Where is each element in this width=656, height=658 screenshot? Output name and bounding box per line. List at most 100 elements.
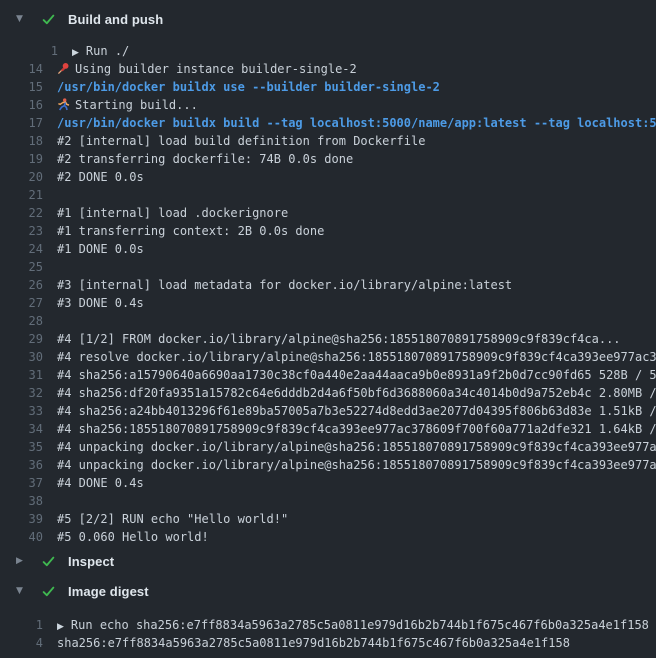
line-number[interactable]: 34 bbox=[0, 420, 57, 438]
line-number[interactable]: 31 bbox=[0, 366, 57, 384]
line-number[interactable]: 4 bbox=[0, 634, 57, 652]
section-header-inspect[interactable]: ▶ Inspect bbox=[0, 546, 656, 576]
pushpin-icon bbox=[57, 62, 70, 75]
log-line: 16 Starting build... bbox=[0, 96, 656, 114]
line-number[interactable]: 20 bbox=[0, 168, 57, 186]
log-line: 28 bbox=[0, 312, 656, 330]
workflow-log-viewer: ▼Build and push1▶Run ./14Using builder i… bbox=[0, 0, 656, 658]
section-body-image-digest: 1▶Run echo sha256:e7ff8834a5963a2785c5a0… bbox=[0, 606, 656, 652]
log-line: 27#3 DONE 0.4s bbox=[0, 294, 656, 312]
log-section-image-digest: ▼ Image digest 1▶Run echo sha256:e7ff8834a… bbox=[0, 576, 656, 652]
log-text: #4 [1/2] FROM docker.io/library/alpine@s… bbox=[57, 332, 621, 346]
section-title: Image digest bbox=[68, 584, 149, 599]
log-line: 29#4 [1/2] FROM docker.io/library/alpine… bbox=[0, 330, 656, 348]
log-text: #4 sha256:a24bb4013296f61e89ba57005a7b3e… bbox=[57, 404, 656, 418]
play-toggle-icon[interactable]: ▶ bbox=[57, 618, 64, 634]
log-line: 35#4 unpacking docker.io/library/alpine@… bbox=[0, 438, 656, 456]
line-number[interactable]: 24 bbox=[0, 240, 57, 258]
chevron-down-icon[interactable]: ▼ bbox=[16, 586, 30, 596]
log-line: 39#5 [2/2] RUN echo "Hello world!" bbox=[0, 510, 656, 528]
section-body-build-and-push: 1▶ Run ./ 14 Using builder instance builder… bbox=[0, 34, 656, 546]
log-line: 15/usr/bin/docker buildx use --builder b… bbox=[0, 78, 656, 96]
log-text: #4 sha256:185518070891758909c9f839cf4ca3… bbox=[57, 422, 656, 436]
log-text: #3 DONE 0.4s bbox=[57, 296, 144, 310]
line-number[interactable]: 39 bbox=[0, 510, 57, 528]
log-text: #4 unpacking docker.io/library/alpine@sh… bbox=[57, 440, 656, 454]
log-line: 1▶Run echo sha256:e7ff8834a5963a2785c5a0… bbox=[0, 616, 656, 634]
log-text: #4 sha256:df20fa9351a15782c64e6dddb2d4a6… bbox=[57, 386, 656, 400]
line-number[interactable]: 15 bbox=[0, 78, 57, 96]
log-text: #2 DONE 0.0s bbox=[57, 170, 144, 184]
log-text: #2 [internal] load build definition from… bbox=[57, 134, 425, 148]
line-number[interactable]: 23 bbox=[0, 222, 57, 240]
line-number[interactable]: 17 bbox=[0, 114, 57, 132]
line-number[interactable]: 19 bbox=[0, 150, 57, 168]
line-number[interactable]: 35 bbox=[0, 438, 57, 456]
chevron-right-icon[interactable]: ▶ bbox=[16, 556, 30, 566]
runner-icon bbox=[57, 98, 70, 111]
log-line: 19#2 transferring dockerfile: 74B 0.0s d… bbox=[0, 150, 656, 168]
line-number[interactable]: 1 bbox=[15, 42, 72, 60]
line-number[interactable]: 32 bbox=[0, 384, 57, 402]
log-text: #1 transferring context: 2B 0.0s done bbox=[57, 224, 324, 238]
line-number[interactable]: 40 bbox=[0, 528, 57, 546]
line-number[interactable]: 16 bbox=[0, 96, 57, 114]
line-number[interactable]: 33 bbox=[0, 402, 57, 420]
log-text: #4 DONE 0.4s bbox=[57, 476, 144, 490]
play-toggle-icon[interactable]: ▶ bbox=[72, 44, 79, 60]
log-text: #4 unpacking docker.io/library/alpine@sh… bbox=[57, 458, 656, 472]
log-text: /usr/bin/docker buildx build --tag local… bbox=[57, 116, 656, 130]
log-line: 30#4 resolve docker.io/library/alpine@sh… bbox=[0, 348, 656, 366]
log-text: Starting build... bbox=[75, 98, 198, 112]
log-text: #4 resolve docker.io/library/alpine@sha2… bbox=[57, 350, 656, 364]
log-line: 25 bbox=[0, 258, 656, 276]
log-text: #3 [internal] load metadata for docker.i… bbox=[57, 278, 512, 292]
log-line: 37#4 DONE 0.4s bbox=[0, 474, 656, 492]
line-number[interactable]: 25 bbox=[0, 258, 57, 276]
log-line: 23#1 transferring context: 2B 0.0s done bbox=[0, 222, 656, 240]
line-number[interactable]: 27 bbox=[0, 294, 57, 312]
section-title: Inspect bbox=[68, 554, 114, 569]
log-line: 33#4 sha256:a24bb4013296f61e89ba57005a7b… bbox=[0, 402, 656, 420]
line-number[interactable]: 26 bbox=[0, 276, 57, 294]
log-text: sha256:e7ff8834a5963a2785c5a0811e979d16b… bbox=[57, 636, 570, 650]
check-icon bbox=[41, 584, 56, 599]
line-number[interactable]: 21 bbox=[0, 186, 57, 204]
log-line: 1▶ Run ./ bbox=[0, 42, 656, 60]
section-header-image-digest[interactable]: ▼ Image digest bbox=[0, 576, 656, 606]
line-number[interactable]: 18 bbox=[0, 132, 57, 150]
line-number[interactable]: 14 bbox=[0, 60, 57, 78]
check-icon bbox=[41, 554, 56, 569]
log-text: #1 [internal] load .dockerignore bbox=[57, 206, 288, 220]
log-line: 17/usr/bin/docker buildx build --tag loc… bbox=[0, 114, 656, 132]
line-number[interactable]: 22 bbox=[0, 204, 57, 222]
line-number[interactable]: 28 bbox=[0, 312, 57, 330]
log-text: #2 transferring dockerfile: 74B 0.0s don… bbox=[57, 152, 353, 166]
log-text: #5 0.060 Hello world! bbox=[57, 530, 209, 544]
check-icon bbox=[41, 12, 56, 27]
log-line: 26#3 [internal] load metadata for docker… bbox=[0, 276, 656, 294]
line-number[interactable]: 36 bbox=[0, 456, 57, 474]
log-text: #1 DONE 0.0s bbox=[57, 242, 144, 256]
log-line: 38 bbox=[0, 492, 656, 510]
log-line: 24#1 DONE 0.0s bbox=[0, 240, 656, 258]
section-title: Build and push bbox=[68, 12, 163, 27]
log-line: 14 Using builder instance builder-single-… bbox=[0, 60, 656, 78]
log-section-inspect: ▶ Inspect bbox=[0, 546, 656, 576]
log-line: 36#4 unpacking docker.io/library/alpine@… bbox=[0, 456, 656, 474]
section-header-build-and-push[interactable]: ▼ Build and push bbox=[0, 4, 656, 34]
line-number[interactable]: 29 bbox=[0, 330, 57, 348]
log-line: 40#5 0.060 Hello world! bbox=[0, 528, 656, 546]
log-text: Run ./ bbox=[86, 44, 129, 58]
line-number[interactable]: 30 bbox=[0, 348, 57, 366]
line-number[interactable]: 1 bbox=[0, 616, 57, 634]
log-text: #5 [2/2] RUN echo "Hello world!" bbox=[57, 512, 288, 526]
log-line: 21 bbox=[0, 186, 656, 204]
log-section-build-and-push: ▼ Build and push 1▶ Run ./ 14 Using builder i… bbox=[0, 4, 656, 546]
line-number[interactable]: 37 bbox=[0, 474, 57, 492]
log-line: 34#4 sha256:185518070891758909c9f839cf4c… bbox=[0, 420, 656, 438]
step-status-success bbox=[41, 554, 56, 569]
log-text: Using builder instance builder-single-2 bbox=[75, 62, 357, 76]
chevron-down-icon[interactable]: ▼ bbox=[16, 14, 30, 24]
line-number[interactable]: 38 bbox=[0, 492, 57, 510]
